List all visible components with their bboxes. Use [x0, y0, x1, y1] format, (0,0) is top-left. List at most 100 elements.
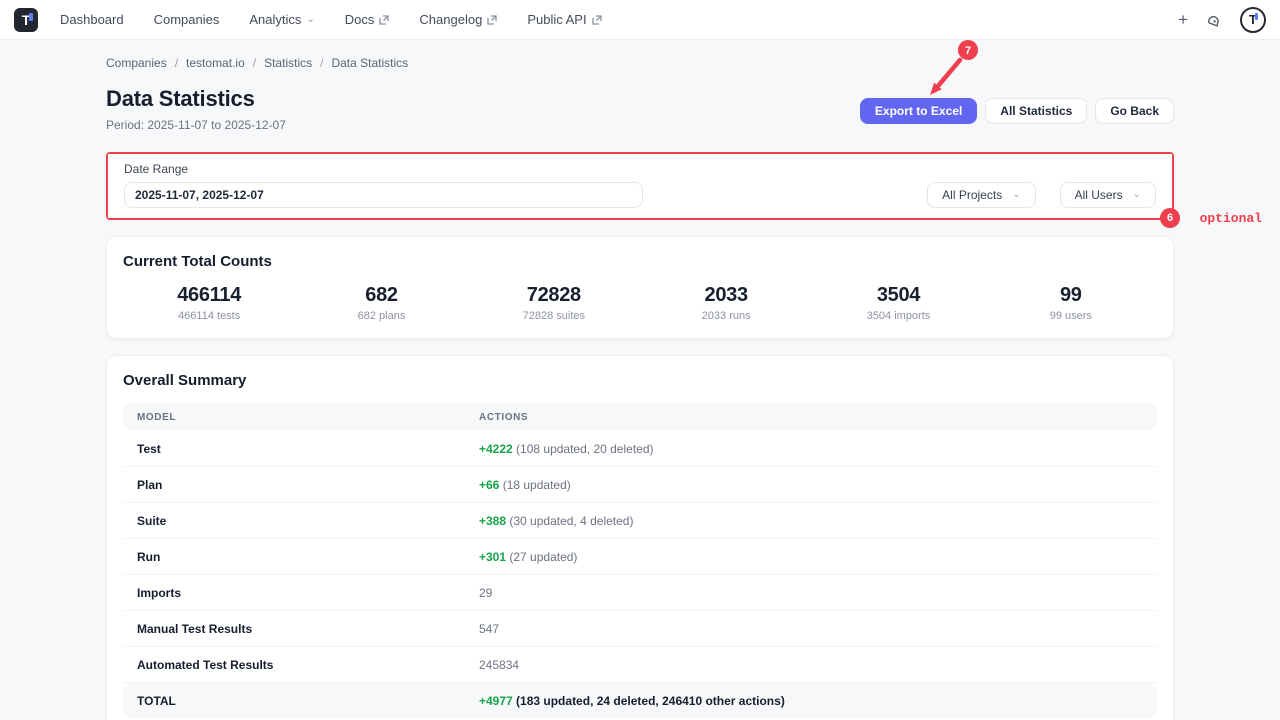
chevron-down-icon: ⌄ [1012, 190, 1020, 200]
stat-label: 466114 tests [123, 310, 295, 322]
annotation-arrow-7: 7 [900, 38, 990, 104]
all-statistics-button[interactable]: All Statistics [985, 98, 1087, 124]
row-actions: +301 (27 updated) [479, 550, 1157, 564]
stat-value: 3504 [812, 284, 984, 307]
row-detail: 29 [479, 586, 492, 600]
stat-value: 466114 [123, 284, 295, 307]
row-actions: 547 [479, 622, 1157, 636]
table-row-suite: Suite +388 (30 updated, 4 deleted) [123, 503, 1157, 539]
chevron-down-icon: ⌄ [306, 15, 314, 25]
row-actions: 29 [479, 586, 1157, 600]
stat-label: 2033 runs [640, 310, 812, 322]
breadcrumb-company[interactable]: testomat.io [186, 56, 245, 70]
projects-filter-value: All Projects [942, 188, 1002, 202]
row-detail: (27 updated) [509, 550, 577, 564]
row-delta: +4977 [479, 694, 513, 708]
table-row-total: TOTAL +4977 (183 updated, 24 deleted, 24… [123, 683, 1157, 719]
nav-public-api[interactable]: Public API [527, 12, 601, 27]
main-menu: Dashboard Companies Analytics ⌄ Docs Cha… [60, 12, 602, 27]
external-link-icon [487, 15, 497, 25]
summary-table-header: MODEL ACTIONS [123, 403, 1157, 431]
row-actions: +4222 (108 updated, 20 deleted) [479, 442, 1157, 456]
nav-docs[interactable]: Docs [345, 12, 390, 27]
annotation-highlight-box-6: Date Range All Projects ⌄ All Users ⌄ 6 … [106, 152, 1174, 220]
export-to-excel-button[interactable]: Export to Excel [860, 98, 977, 124]
row-model: Suite [123, 514, 479, 528]
nav-changelog[interactable]: Changelog [419, 12, 497, 27]
go-back-button[interactable]: Go Back [1095, 98, 1174, 124]
stat-value: 2033 [640, 284, 812, 307]
plus-icon[interactable]: + [1178, 11, 1188, 28]
users-filter-dropdown[interactable]: All Users ⌄ [1060, 182, 1156, 208]
stats-row: 466114 466114 tests 682 682 plans 72828 … [123, 284, 1157, 322]
row-model: TOTAL [123, 694, 479, 708]
date-range-input[interactable] [124, 182, 643, 208]
stat-label: 99 users [985, 310, 1157, 322]
header-actions: 7 Export to Excel All Statistics Go Back [860, 98, 1174, 124]
table-row-automated-test-results: Automated Test Results 245834 [123, 647, 1157, 683]
projects-filter-dropdown[interactable]: All Projects ⌄ [927, 182, 1035, 208]
column-header-actions: ACTIONS [479, 412, 1157, 423]
stat-value: 682 [295, 284, 467, 307]
breadcrumb-companies[interactable]: Companies [106, 56, 167, 70]
overall-summary-card: Overall Summary MODEL ACTIONS Test +4222… [106, 355, 1174, 720]
stat-label: 682 plans [295, 310, 467, 322]
breadcrumb-separator: / [320, 56, 323, 70]
nav-dashboard-label: Dashboard [60, 12, 124, 27]
row-model: Imports [123, 586, 479, 600]
users-filter-value: All Users [1075, 188, 1123, 202]
stat-suites: 72828 72828 suites [468, 284, 640, 322]
row-model: Manual Test Results [123, 622, 479, 636]
title-block: Data Statistics Period: 2025-11-07 to 20… [106, 86, 286, 132]
page-title: Data Statistics [106, 86, 286, 112]
nav-companies[interactable]: Companies [154, 12, 220, 27]
annotation-optional-label: optional [1200, 211, 1262, 226]
notification-icon[interactable] [1206, 12, 1222, 28]
table-row-imports: Imports 29 [123, 575, 1157, 611]
row-detail: (30 updated, 4 deleted) [509, 514, 633, 528]
stat-imports: 3504 3504 imports [812, 284, 984, 322]
breadcrumb: Companies / testomat.io / Statistics / D… [106, 56, 1174, 70]
breadcrumb-separator: / [175, 56, 178, 70]
row-actions: +66 (18 updated) [479, 478, 1157, 492]
filters-bar: Date Range All Projects ⌄ All Users ⌄ [108, 154, 1172, 218]
row-detail: 245834 [479, 658, 519, 672]
nav-analytics-label: Analytics [249, 12, 301, 27]
table-row-test: Test +4222 (108 updated, 20 deleted) [123, 431, 1157, 467]
row-delta: +388 [479, 514, 506, 528]
column-header-model: MODEL [123, 412, 479, 423]
row-actions: 245834 [479, 658, 1157, 672]
row-delta: +4222 [479, 442, 513, 456]
external-link-icon [592, 15, 602, 25]
nav-companies-label: Companies [154, 12, 220, 27]
table-row-manual-test-results: Manual Test Results 547 [123, 611, 1157, 647]
stat-value: 72828 [468, 284, 640, 307]
nav-docs-label: Docs [345, 12, 375, 27]
filter-dropdowns: All Projects ⌄ All Users ⌄ [927, 182, 1156, 208]
stat-label: 72828 suites [468, 310, 640, 322]
user-avatar[interactable]: T [1240, 7, 1266, 33]
top-navigation: T Dashboard Companies Analytics ⌄ Docs C… [0, 0, 1280, 40]
avatar-blue-accent [1255, 13, 1258, 20]
table-row-run: Run +301 (27 updated) [123, 539, 1157, 575]
stat-users: 99 99 users [985, 284, 1157, 322]
summary-card-title: Overall Summary [123, 372, 1157, 389]
row-detail: (18 updated) [503, 478, 571, 492]
stat-runs: 2033 2033 runs [640, 284, 812, 322]
nav-public-api-label: Public API [527, 12, 586, 27]
page-content: Companies / testomat.io / Statistics / D… [0, 40, 1280, 720]
page-header: Data Statistics Period: 2025-11-07 to 20… [106, 86, 1174, 132]
stat-value: 99 [985, 284, 1157, 307]
breadcrumb-separator: / [253, 56, 256, 70]
testomat-logo[interactable]: T [14, 8, 38, 32]
annotation-badge-6: 6 [1160, 208, 1180, 228]
nav-analytics[interactable]: Analytics ⌄ [249, 12, 314, 27]
row-actions: +4977 (183 updated, 24 deleted, 246410 o… [479, 694, 1157, 708]
row-model: Plan [123, 478, 479, 492]
nav-dashboard[interactable]: Dashboard [60, 12, 124, 27]
row-detail: (183 updated, 24 deleted, 246410 other a… [516, 694, 785, 708]
current-total-counts-card: Current Total Counts 466114 466114 tests… [106, 236, 1174, 339]
stat-plans: 682 682 plans [295, 284, 467, 322]
breadcrumb-statistics[interactable]: Statistics [264, 56, 312, 70]
external-link-icon [379, 15, 389, 25]
